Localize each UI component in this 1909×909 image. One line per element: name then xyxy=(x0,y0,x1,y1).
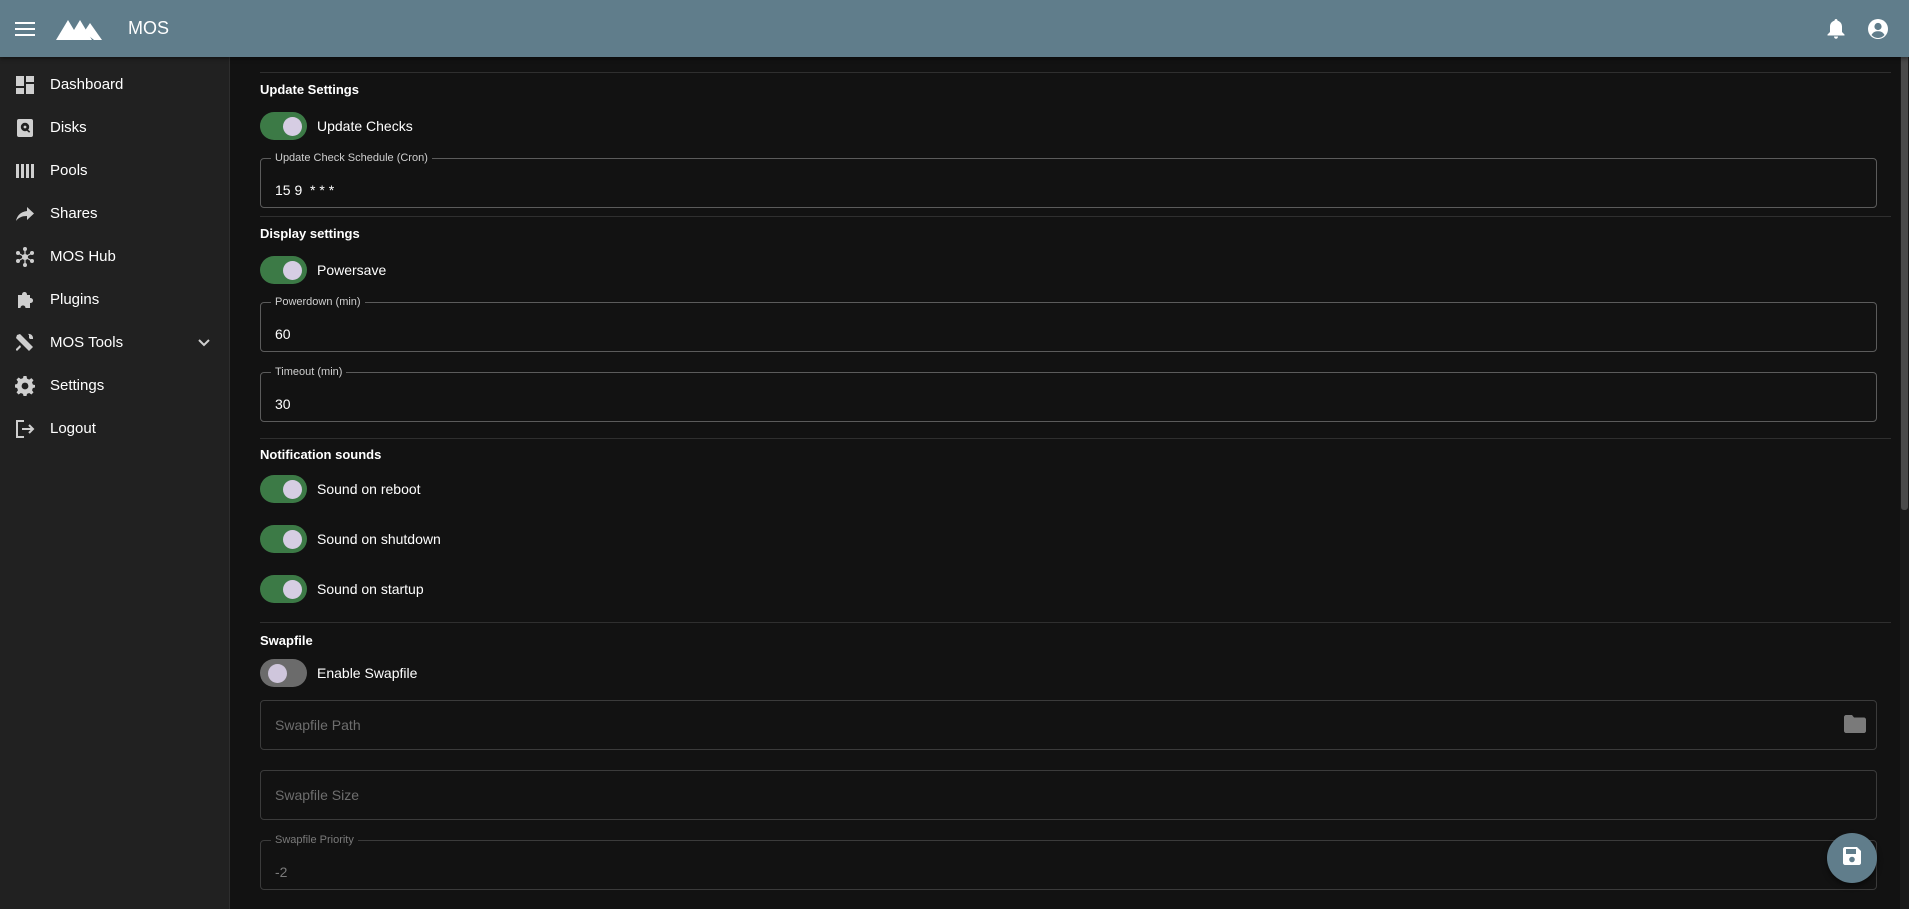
sidebar: Dashboard Disks Pools Shares MOS Hub Plu… xyxy=(0,57,230,909)
hub-icon xyxy=(14,246,36,268)
sidebar-item-label: Disks xyxy=(50,119,87,136)
main-content: Update Settings Update Checks Update Che… xyxy=(230,57,1909,909)
timeout-input[interactable] xyxy=(261,373,1876,421)
sidebar-item-label: Logout xyxy=(50,420,96,437)
swapfile-path-field[interactable] xyxy=(260,700,1877,750)
sidebar-item-logout[interactable]: Logout xyxy=(0,407,229,450)
display-settings-title: Display settings xyxy=(260,226,360,241)
update-checks-toggle[interactable] xyxy=(260,112,307,140)
mos-logo[interactable] xyxy=(56,18,102,40)
chevron-down-icon[interactable] xyxy=(195,334,213,352)
swapfile-size-field[interactable] xyxy=(260,770,1877,820)
divider xyxy=(260,72,1891,73)
sidebar-item-settings[interactable]: Settings xyxy=(0,364,229,407)
swapfile-priority-field[interactable]: Swapfile Priority xyxy=(260,834,1877,890)
dashboard-icon xyxy=(14,74,36,96)
app-bar: MOS xyxy=(0,0,1909,57)
sound-reboot-toggle[interactable] xyxy=(260,475,307,503)
update-check-schedule-input[interactable] xyxy=(261,159,1876,207)
sound-reboot-row: Sound on reboot xyxy=(246,474,1891,504)
sound-shutdown-toggle[interactable] xyxy=(260,525,307,553)
sidebar-item-label: Pools xyxy=(50,162,88,179)
enable-swapfile-toggle[interactable] xyxy=(260,659,307,687)
save-button[interactable] xyxy=(1827,833,1877,883)
powersave-toggle[interactable] xyxy=(260,256,307,284)
sound-reboot-label: Sound on reboot xyxy=(317,481,421,497)
swapfile-size-input[interactable] xyxy=(261,771,1876,819)
sound-shutdown-label: Sound on shutdown xyxy=(317,531,441,547)
tools-icon xyxy=(14,332,36,354)
divider xyxy=(260,216,1891,217)
pools-icon xyxy=(14,160,36,182)
sidebar-item-dashboard[interactable]: Dashboard xyxy=(0,63,229,106)
sound-startup-label: Sound on startup xyxy=(317,581,424,597)
update-checks-row: Update Checks xyxy=(246,111,1891,141)
powerdown-input[interactable] xyxy=(261,303,1876,351)
folder-icon[interactable] xyxy=(1844,715,1866,735)
sidebar-item-mos-hub[interactable]: MOS Hub xyxy=(0,235,229,278)
scrollbar[interactable] xyxy=(1900,0,1909,909)
divider xyxy=(260,622,1891,623)
enable-swapfile-row: Enable Swapfile xyxy=(246,658,1891,688)
swapfile-path-input[interactable] xyxy=(261,701,1876,749)
sidebar-item-mos-tools[interactable]: MOS Tools xyxy=(0,321,229,364)
powersave-row: Powersave xyxy=(246,255,1891,285)
timeout-field[interactable]: Timeout (min) xyxy=(260,366,1877,422)
enable-swapfile-label: Enable Swapfile xyxy=(317,665,418,681)
notification-sounds-title: Notification sounds xyxy=(260,447,382,462)
update-settings-title: Update Settings xyxy=(260,82,359,97)
disk-icon xyxy=(14,117,36,139)
sidebar-item-disks[interactable]: Disks xyxy=(0,106,229,149)
swapfile-title: Swapfile xyxy=(260,633,313,648)
sidebar-item-shares[interactable]: Shares xyxy=(0,192,229,235)
sidebar-item-label: Dashboard xyxy=(50,76,124,93)
gear-icon xyxy=(14,375,36,397)
sidebar-item-plugins[interactable]: Plugins xyxy=(0,278,229,321)
save-icon xyxy=(1843,846,1861,870)
sidebar-item-label: Shares xyxy=(50,205,98,222)
sidebar-item-label: MOS Tools xyxy=(50,334,124,351)
share-icon xyxy=(14,203,36,225)
bell-icon[interactable] xyxy=(1823,16,1849,42)
sidebar-item-label: Settings xyxy=(50,377,105,394)
menu-icon[interactable] xyxy=(0,0,50,57)
sidebar-item-pools[interactable]: Pools xyxy=(0,149,229,192)
powersave-label: Powersave xyxy=(317,262,387,278)
update-checks-label: Update Checks xyxy=(317,118,413,134)
sidebar-item-label: Plugins xyxy=(50,291,100,308)
app-title: MOS xyxy=(128,18,170,38)
swapfile-priority-input[interactable] xyxy=(261,841,1876,889)
sound-startup-toggle[interactable] xyxy=(260,575,307,603)
scrollbar-thumb[interactable] xyxy=(1901,0,1908,510)
sound-shutdown-row: Sound on shutdown xyxy=(246,524,1891,554)
sidebar-item-label: MOS Hub xyxy=(50,248,116,265)
divider xyxy=(260,438,1891,439)
account-circle-icon[interactable] xyxy=(1865,16,1891,42)
sound-startup-row: Sound on startup xyxy=(246,574,1891,604)
powerdown-field[interactable]: Powerdown (min) xyxy=(260,296,1877,352)
puzzle-icon xyxy=(14,289,36,311)
logout-icon xyxy=(14,418,36,440)
update-check-schedule-field[interactable]: Update Check Schedule (Cron) xyxy=(260,152,1877,208)
